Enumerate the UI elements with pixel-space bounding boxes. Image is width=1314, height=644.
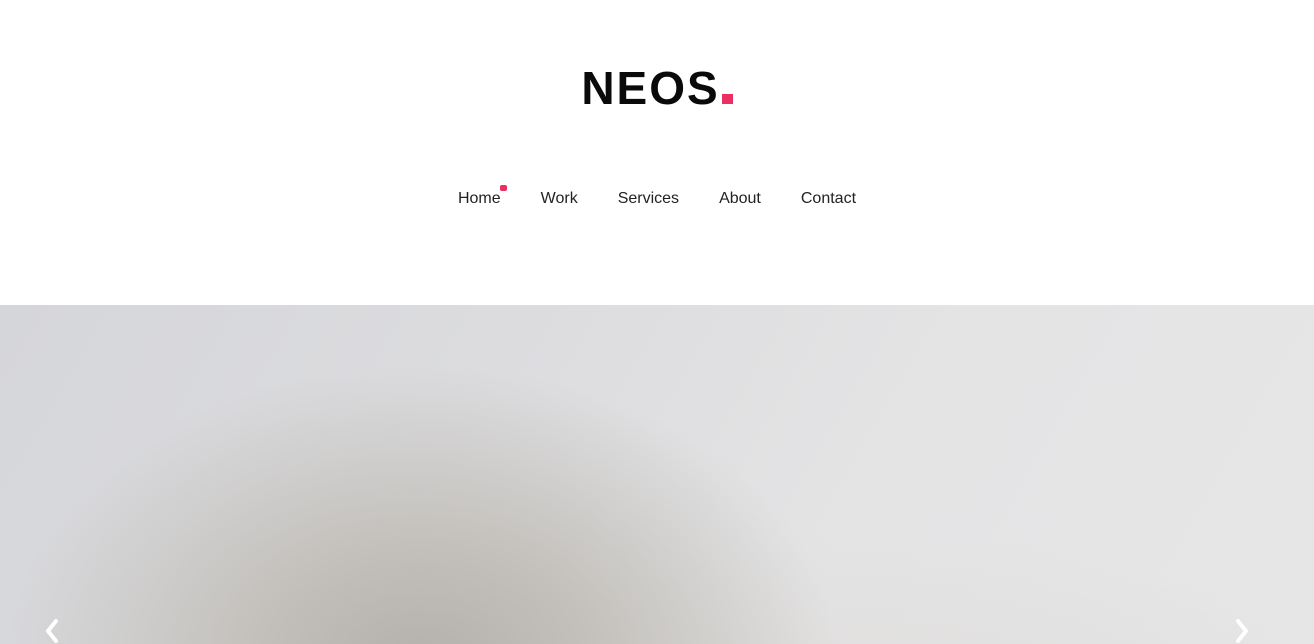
nav-item-about[interactable]: About: [699, 188, 781, 210]
nav-item-contact[interactable]: Contact: [781, 188, 856, 210]
logo-accent-square: [721, 94, 733, 104]
nav-item-work[interactable]: Work: [521, 188, 598, 210]
site-logo[interactable]: NEOS: [0, 62, 1314, 114]
nav-item-label: About: [719, 190, 761, 207]
chevron-left-icon: [46, 619, 58, 643]
nav-item-services[interactable]: Services: [598, 188, 699, 210]
nav-item-label: Home: [457, 190, 501, 207]
chevron-right-icon: [1236, 619, 1248, 643]
slider-next-button[interactable]: [1228, 305, 1258, 643]
nav-item-label: Contact: [800, 190, 857, 207]
active-indicator-dot: [499, 185, 507, 191]
nav-item-label: Work: [540, 190, 578, 207]
main-nav: Home Work Services About Contact: [0, 185, 1314, 210]
nav-item-home[interactable]: Home: [457, 185, 521, 210]
slider-prev-button[interactable]: [38, 305, 68, 643]
hero-slider: [0, 305, 1314, 644]
nav-item-label: Services: [617, 190, 680, 207]
site-header: NEOS Home Work Services About Contact: [0, 0, 1314, 305]
logo-text: NEOS: [581, 62, 720, 114]
